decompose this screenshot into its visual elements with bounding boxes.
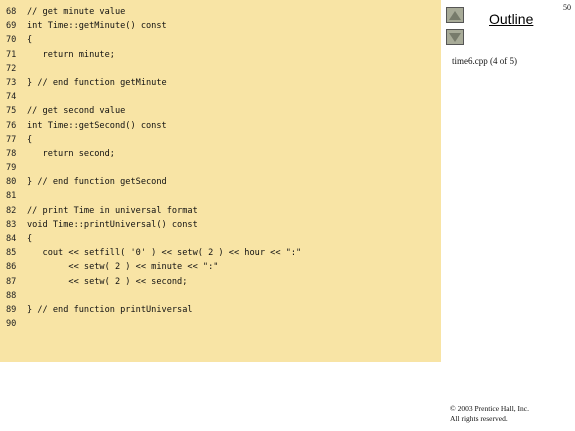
copyright-line-2: All rights reserved. (450, 414, 508, 423)
line-number: 80 (6, 177, 17, 188)
code-line: 72 (6, 62, 301, 76)
triangle-down-icon (449, 32, 461, 42)
line-number: 70 (6, 35, 17, 46)
code-listing: 68 // get minute value69 int Time::getMinu… (6, 5, 301, 331)
code-text: return second; (27, 148, 115, 159)
line-number: 69 (6, 21, 17, 32)
line-number: 79 (6, 163, 17, 174)
code-text: // print Time in universal format (27, 205, 198, 216)
code-text: { (27, 234, 33, 244)
next-slide-button[interactable] (446, 29, 464, 45)
code-line: 70 { (6, 33, 301, 47)
code-text: { (27, 35, 33, 46)
code-line: 80 } // end function getSecond (6, 175, 301, 189)
code-text: void Time::printUniversal() const (27, 219, 198, 230)
code-text: << setw( 2 ) << second; (27, 276, 188, 287)
code-text: return minute; (27, 49, 115, 60)
line-number: 74 (6, 92, 17, 103)
code-text: // get minute value (27, 7, 126, 17)
line-number: 82 (6, 205, 17, 216)
code-line: 86 << setw( 2 ) << minute << ":" (6, 260, 301, 274)
code-text: << setw( 2 ) << minute << ":" (27, 262, 219, 273)
slide-number: 50 (563, 3, 571, 12)
line-number: 88 (6, 290, 17, 301)
code-line: 87 << setw( 2 ) << second; (6, 275, 301, 289)
previous-slide-button[interactable] (446, 7, 464, 23)
code-line: 78 return second; (6, 147, 301, 161)
line-number: 85 (6, 248, 17, 259)
code-line: 68 // get minute value (6, 5, 301, 19)
code-line: 83 void Time::printUniversal() const (6, 218, 301, 232)
line-number: 71 (6, 49, 17, 60)
line-number: 86 (6, 262, 17, 273)
code-text: { (27, 134, 33, 145)
line-number: 73 (6, 77, 17, 88)
code-line: 85 cout << setfill( '0' ) << setw( 2 ) <… (6, 246, 301, 260)
line-number: 90 (6, 319, 17, 330)
code-text: } // end function printUniversal (27, 304, 193, 315)
code-line: 82 // print Time in universal format (6, 204, 301, 218)
code-line: 88 (6, 289, 301, 303)
line-number: 76 (6, 120, 17, 131)
copyright-line-1: © 2003 Prentice Hall, Inc. (450, 404, 530, 413)
code-text: } // end function getSecond (27, 177, 167, 188)
code-line: 77 { (6, 133, 301, 147)
code-panel: 68 // get minute value69 int Time::getMinu… (0, 0, 441, 362)
code-line: 75 // get second value (6, 104, 301, 118)
code-text: int Time::getMinute() const (27, 21, 167, 32)
code-line: 79 (6, 161, 301, 175)
code-line: 76 int Time::getSecond() const (6, 119, 301, 133)
outline-link[interactable]: Outline (489, 11, 533, 27)
line-number: 87 (6, 276, 17, 287)
line-number: 81 (6, 191, 17, 202)
line-number: 75 (6, 106, 17, 117)
line-number: 83 (6, 219, 17, 230)
line-number: 68 (6, 7, 17, 17)
code-line: 71 return minute; (6, 48, 301, 62)
code-line: 90 (6, 317, 301, 331)
triangle-up-icon (449, 10, 461, 20)
code-text: int Time::getSecond() const (27, 120, 167, 131)
code-line: 81 (6, 189, 301, 203)
code-line: 69 int Time::getMinute() const (6, 19, 301, 33)
code-line: 74 (6, 90, 301, 104)
code-text: } // end function getMinute (27, 77, 167, 88)
code-line: 84 { (6, 232, 301, 246)
line-number: 77 (6, 134, 17, 145)
line-number: 72 (6, 63, 17, 74)
code-line: 89 } // end function printUniversal (6, 303, 301, 317)
line-number: 84 (6, 234, 17, 244)
code-text: cout << setfill( '0' ) << setw( 2 ) << h… (27, 248, 302, 259)
file-label: time6.cpp (4 of 5) (452, 56, 517, 66)
line-number: 78 (6, 148, 17, 159)
line-number: 89 (6, 304, 17, 315)
slide: 68 // get minute value69 int Time::getMinu… (0, 0, 575, 431)
code-line: 73 } // end function getMinute (6, 76, 301, 90)
copyright-notice: © 2003 Prentice Hall, Inc. All rights re… (450, 404, 529, 424)
code-text: // get second value (27, 106, 126, 117)
